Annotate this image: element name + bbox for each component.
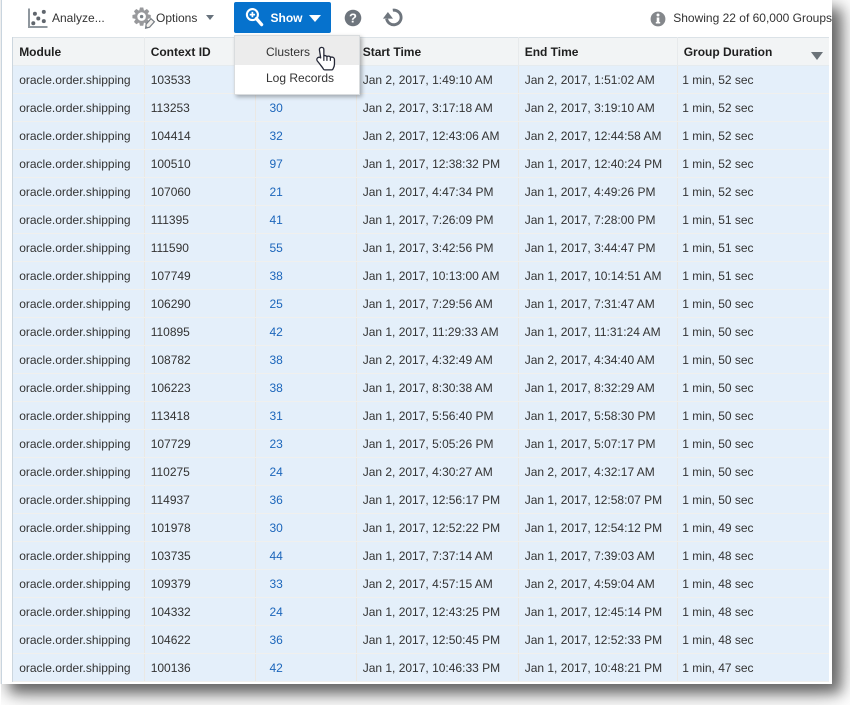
svg-text:?: ? bbox=[349, 11, 357, 26]
